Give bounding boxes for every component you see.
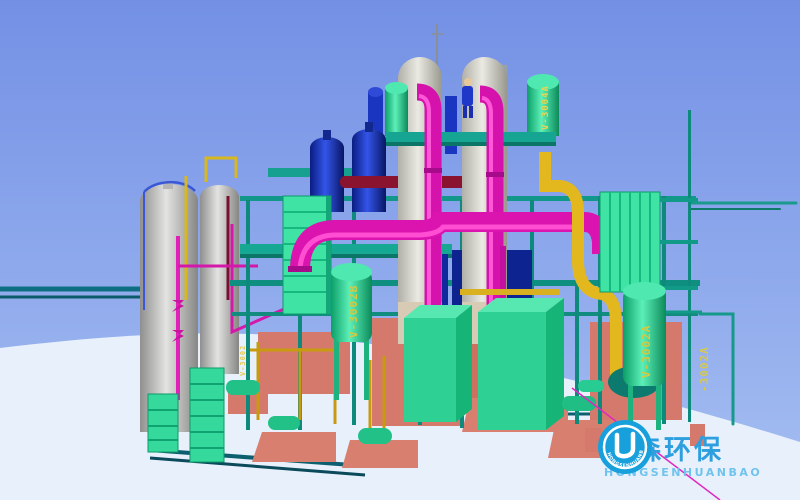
company-logo: HONGSENHUANBAO 宏森环保 HONGSENHUANBAO [596,418,800,496]
green-tank-box-right [478,298,564,430]
label-v3002a: V-3002A [640,325,653,378]
green-drum-top-left [385,82,408,136]
green-drum-v3004a: V-3004A [527,74,559,136]
label-leader-3002a: -3002A [698,346,711,392]
label-v3004a: V-3004A [541,85,551,130]
logo-mark: HONGSENHUANBAO [596,418,654,476]
top-platform [386,132,556,146]
label-pump-small: V-3002 [239,345,247,376]
green-tank-box-left [404,305,472,422]
label-v3002b: V-3002B [347,285,360,338]
plant-3d-render: V-3004A [0,0,800,500]
